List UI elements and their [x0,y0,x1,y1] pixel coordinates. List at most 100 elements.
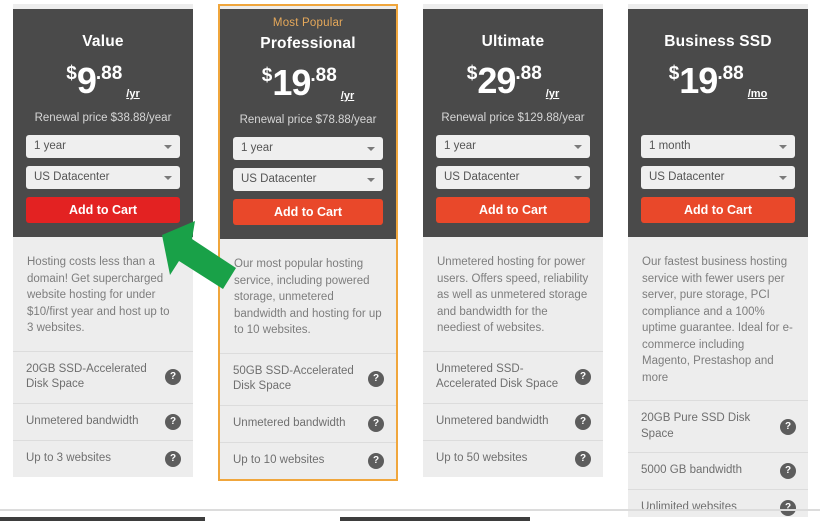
datacenter-select[interactable]: US Datacenter [26,166,180,189]
chevron-down-icon [164,145,172,149]
plan-price: $9.88/yr [26,63,180,100]
feature-row: Up to 10 websites ? [220,441,396,479]
chevron-down-icon [574,176,582,180]
feature-label: Unmetered SSD-Accelerated Disk Space [436,362,559,391]
plan-price: $29.88/yr [436,63,590,100]
plan-description: Unmetered hosting for power users. Offer… [423,237,603,351]
plan-price: $19.88/mo [641,63,795,100]
feature-label: Up to 3 websites [26,451,112,464]
term-select[interactable]: 1 year [436,135,590,158]
help-icon[interactable]: ? [575,450,591,467]
feature-label: Unmetered bandwidth [26,414,139,427]
plan-card-professional[interactable]: Most Popular Professional $19.88/yr Rene… [218,4,398,481]
feature-row: Up to 50 websites ? [423,439,603,477]
help-icon[interactable]: ? [368,415,384,432]
feature-row: Unmetered bandwidth ? [13,402,193,440]
datacenter-select-value: US Datacenter [34,171,110,183]
feature-row: 20GB Pure SSD Disk Space ? [628,400,808,452]
help-icon[interactable]: ? [368,371,384,387]
price-whole: 29 [477,60,516,101]
plan-description: Our fastest business hosting service wit… [628,237,808,400]
price-cents: .88 [717,63,744,84]
price-period: /yr [340,90,355,102]
datacenter-select-value: US Datacenter [444,171,520,183]
price-period: /yr [126,88,140,100]
plan-header-value: Value $9.88/yr Renewal price $38.88/year… [13,9,193,237]
term-select[interactable]: 1 month [641,135,795,158]
plan-description: Hosting costs less than a domain! Get su… [13,237,193,351]
plan-header-ultimate: Ultimate $29.88/yr Renewal price $129.88… [423,9,603,237]
price-whole: 19 [679,60,718,101]
plan-card-value[interactable]: Value $9.88/yr Renewal price $38.88/year… [13,4,193,477]
plan-card-business-ssd[interactable]: Business SSD $19.88/mo 1 month US Datace… [628,4,808,521]
chevron-down-icon [367,147,375,151]
plan-price: $19.88/yr [233,65,383,102]
feature-row: 20GB SSD-Accelerated Disk Space ? [13,350,193,403]
term-select-value: 1 month [649,140,691,152]
plan-name: Business SSD [664,33,772,50]
feature-row: 5000 GB bandwidth ? [628,452,808,489]
feature-row: Up to 3 websites ? [13,439,193,477]
feature-label: Unmetered bandwidth [233,416,346,429]
pricing-page: Value $9.88/yr Renewal price $38.88/year… [0,0,820,521]
help-icon[interactable]: ? [780,500,796,516]
add-to-cart-button[interactable]: Add to Cart [641,197,795,223]
plan-header-professional: Most Popular Professional $19.88/yr Rene… [220,9,396,239]
feature-label: 50GB SSD-Accelerated Disk Space [233,364,354,393]
term-select[interactable]: 1 year [26,135,180,158]
plan-name: Professional [260,35,356,52]
price-period: /yr [545,88,560,100]
chevron-down-icon [164,176,172,180]
footer-gap [530,517,820,521]
datacenter-select[interactable]: US Datacenter [233,168,383,191]
feature-label: Unmetered bandwidth [436,414,549,427]
plan-name: Ultimate [481,33,545,50]
feature-label: Unlimited websites [641,501,737,514]
datacenter-select[interactable]: US Datacenter [641,166,795,189]
add-to-cart-button[interactable]: Add to Cart [26,197,180,223]
datacenter-select[interactable]: US Datacenter [436,166,590,189]
chevron-down-icon [779,176,787,180]
help-icon[interactable]: ? [165,369,181,385]
feature-label: 20GB SSD-Accelerated Disk Space [26,362,147,391]
footer-gap [205,517,340,521]
price-currency: $ [66,63,77,84]
price-whole: 19 [272,62,311,103]
help-icon[interactable]: ? [165,413,181,430]
pricing-cards-row: Value $9.88/yr Renewal price $38.88/year… [0,0,820,521]
help-icon[interactable]: ? [368,452,384,469]
feature-label: Up to 50 websites [436,451,528,464]
plan-name: Value [82,33,124,50]
help-icon[interactable]: ? [780,418,796,435]
help-icon[interactable]: ? [575,369,591,385]
most-popular-badge: Most Popular [272,17,344,29]
price-cents: .88 [310,65,337,86]
feature-label: 20GB Pure SSD Disk Space [641,412,751,440]
term-select-value: 1 year [241,142,273,154]
renewal-price: Renewal price $129.88/year [441,112,585,124]
feature-row: Unmetered SSD-Accelerated Disk Space ? [423,350,603,403]
price-whole: 9 [76,60,97,101]
help-icon[interactable]: ? [575,413,591,430]
plan-card-slot-value: Value $9.88/yr Renewal price $38.88/year… [0,0,205,521]
price-period: /mo [747,88,768,100]
add-to-cart-button[interactable]: Add to Cart [436,197,590,223]
price-currency: $ [466,63,478,84]
plan-card-slot-business-ssd: Business SSD $19.88/mo 1 month US Datace… [615,0,820,521]
help-icon[interactable]: ? [780,463,796,479]
datacenter-select-value: US Datacenter [649,171,725,183]
feature-label: 5000 GB bandwidth [641,464,743,477]
feature-row: 50GB SSD-Accelerated Disk Space ? [220,352,396,405]
plan-card-ultimate[interactable]: Ultimate $29.88/yr Renewal price $129.88… [423,4,603,477]
feature-label: Up to 10 websites [233,453,325,466]
price-currency: $ [261,65,273,86]
term-select[interactable]: 1 year [233,137,383,160]
term-select-value: 1 year [444,140,476,152]
chevron-down-icon [367,178,375,182]
feature-row: Unmetered bandwidth ? [220,404,396,442]
chevron-down-icon [779,145,787,149]
add-to-cart-button[interactable]: Add to Cart [233,199,383,225]
plan-header-business-ssd: Business SSD $19.88/mo 1 month US Datace… [628,9,808,237]
plan-card-slot-professional: Most Popular Professional $19.88/yr Rene… [205,0,410,521]
help-icon[interactable]: ? [165,450,181,467]
